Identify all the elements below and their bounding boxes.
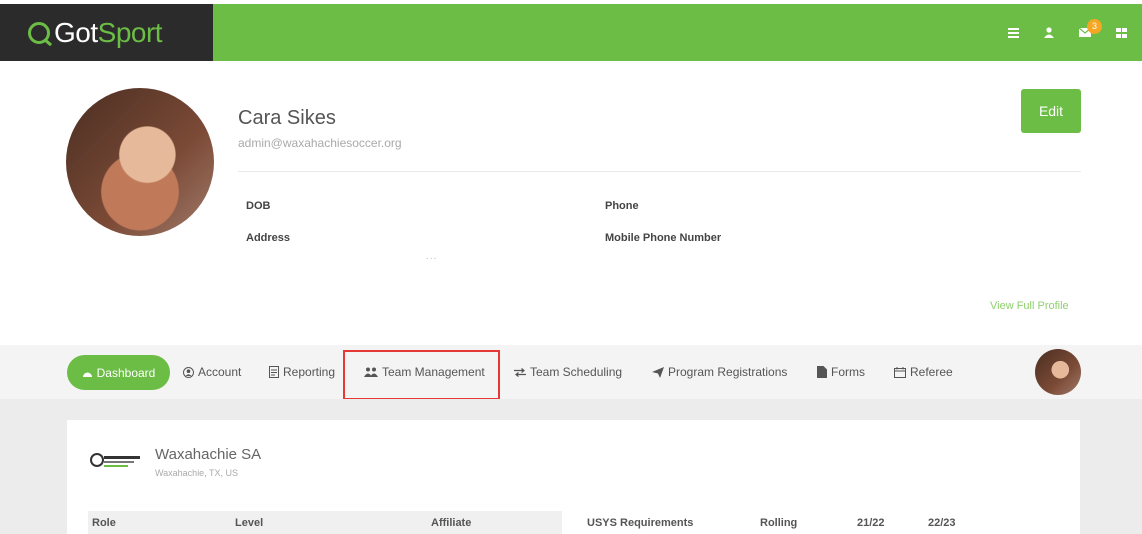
profile-email: admin@waxahachiesoccer.org	[238, 136, 402, 150]
nav-dashboard-tab[interactable]: Dashboard	[67, 355, 170, 390]
col-usys-requirements-header: USYS Requirements	[587, 517, 694, 529]
header-icon-group: 3	[1006, 4, 1128, 61]
col-affiliate-header: Affiliate	[431, 517, 472, 529]
nav-forms-label: Forms	[831, 365, 865, 379]
gotsport-logo[interactable]: GotSport	[0, 4, 213, 61]
nav-team-scheduling-label: Team Scheduling	[530, 365, 623, 379]
view-full-profile-link[interactable]: View Full Profile	[990, 300, 1069, 312]
user-avatar-small[interactable]	[1035, 349, 1081, 395]
paper-plane-icon	[652, 366, 664, 378]
mail-icon[interactable]: 3	[1078, 18, 1102, 40]
logo-text-sport: Sport	[97, 16, 163, 48]
profile-name: Cara Sikes	[238, 107, 336, 129]
profile-divider	[238, 171, 1081, 172]
nav-reporting-tab[interactable]: Reporting	[269, 345, 335, 399]
col-level-header: Level	[235, 517, 264, 529]
nav-reporting-label: Reporting	[283, 365, 336, 379]
user-icon[interactable]	[1042, 26, 1056, 40]
dob-label: DOB	[246, 200, 271, 212]
team-management-highlight	[343, 350, 500, 400]
dashboard-icon	[82, 372, 92, 377]
exchange-arrows-icon	[514, 367, 526, 377]
organization-location: Waxahachie, TX, US	[155, 468, 239, 478]
nav-referee-tab[interactable]: Referee	[894, 345, 953, 399]
address-label: Address	[246, 232, 291, 244]
top-header-bar: GotSport 3	[0, 4, 1142, 61]
nav-account-tab[interactable]: Account	[183, 345, 241, 399]
calendar-icon	[894, 366, 906, 378]
mail-count-badge: 3	[1087, 18, 1102, 34]
nav-account-label: Account	[198, 365, 242, 379]
nav-program-registrations-tab[interactable]: Program Registrations	[652, 345, 787, 399]
grid-menu-icon[interactable]	[1114, 26, 1128, 40]
organization-logo	[90, 453, 140, 467]
edit-profile-button[interactable]: Edit	[1021, 89, 1081, 133]
reporting-icon	[269, 366, 279, 378]
file-icon	[817, 366, 827, 378]
nav-program-registrations-label: Program Registrations	[668, 365, 788, 379]
roles-table-header	[88, 511, 562, 534]
mobile-phone-label: Mobile Phone Number	[605, 232, 722, 244]
phone-label: Phone	[605, 200, 639, 212]
more-dots[interactable]: ...	[426, 251, 437, 262]
organization-name[interactable]: Waxahachie SA	[155, 446, 261, 463]
account-icon	[183, 366, 194, 378]
logo-text-got: Got	[54, 16, 98, 48]
col-rolling-header: Rolling	[760, 517, 798, 529]
list-icon[interactable]	[1006, 26, 1020, 40]
nav-forms-tab[interactable]: Forms	[817, 345, 865, 399]
profile-avatar	[66, 88, 214, 236]
nav-dashboard-label: Dashboard	[96, 365, 156, 380]
nav-team-scheduling-tab[interactable]: Team Scheduling	[514, 345, 622, 399]
logo-mark-icon	[28, 21, 50, 44]
main-nav-bar: Dashboard Account Reporting Team Managem…	[0, 345, 1142, 399]
nav-referee-label: Referee	[910, 365, 953, 379]
col-2122-header: 21/22	[857, 517, 885, 529]
col-2223-header: 22/23	[928, 517, 956, 529]
col-role-header: Role	[92, 517, 116, 529]
